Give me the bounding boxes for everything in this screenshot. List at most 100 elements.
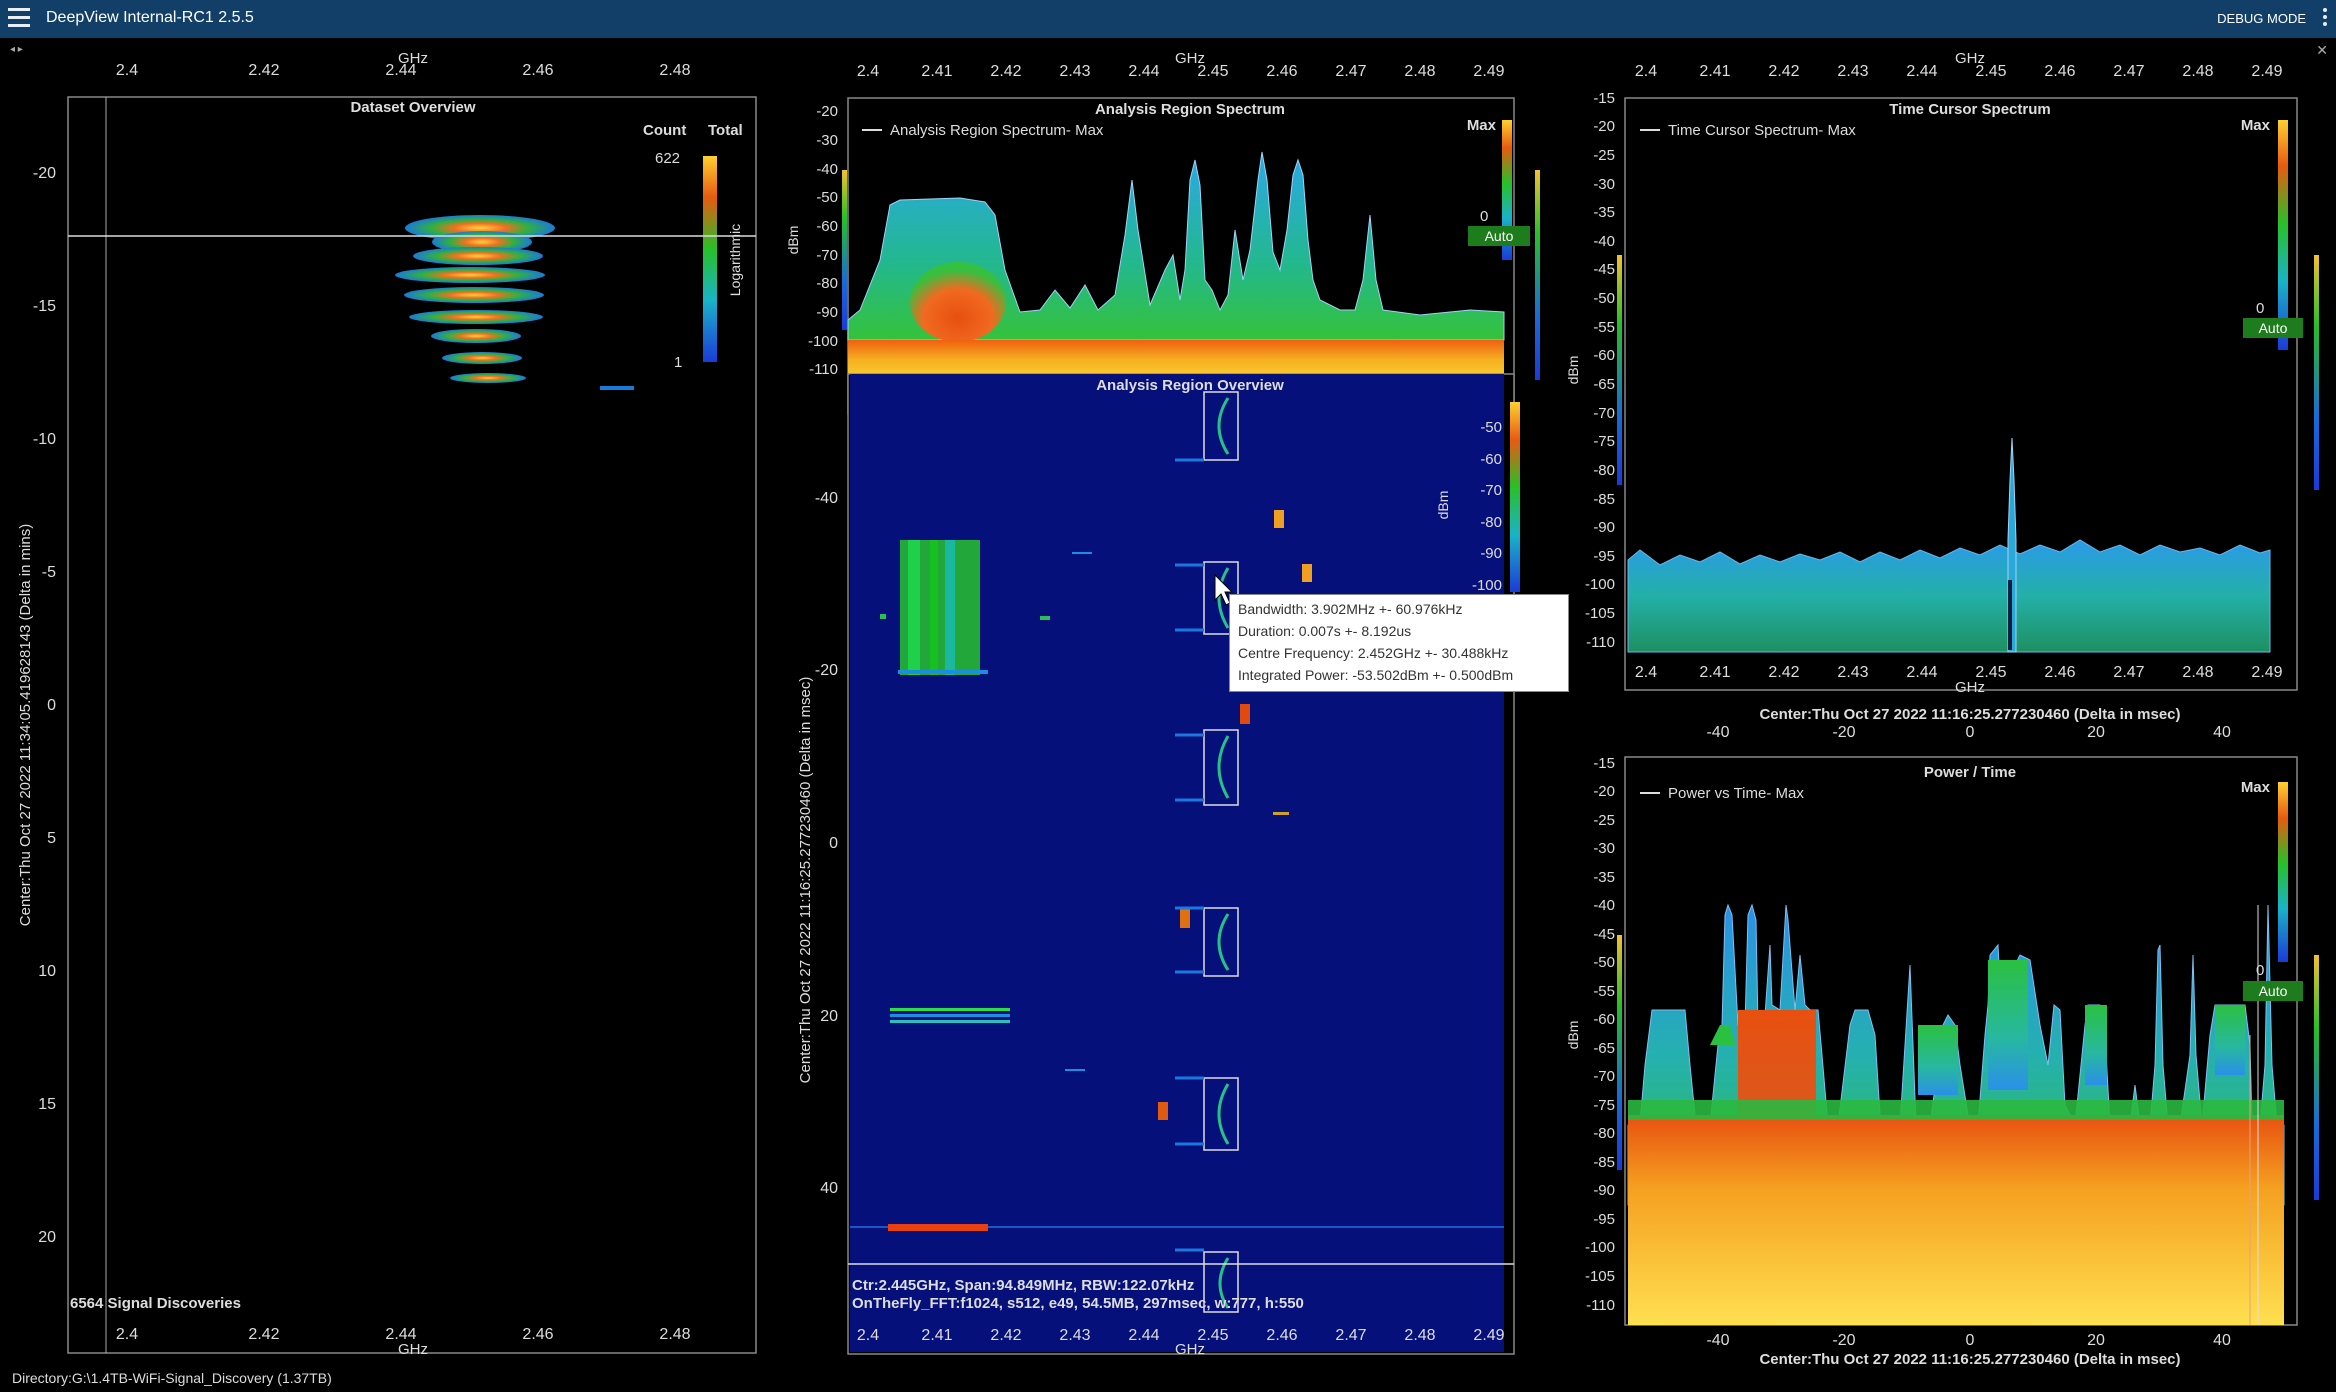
pt-auto-button[interactable]: Auto: [2243, 981, 2303, 1001]
pt-ytick: -55: [1593, 983, 1615, 1000]
tcs-yunit: dBm: [1565, 356, 1581, 385]
pt-xtick: 40: [2213, 724, 2231, 741]
ars-ytick: -80: [816, 275, 838, 292]
dataset-ytick: -15: [33, 298, 56, 315]
pt-legend: Power vs Time- Max: [1668, 785, 1804, 802]
aro-xtick: 2.42: [990, 63, 1021, 80]
tcs-xtick: 2.43: [1837, 63, 1868, 80]
scale-min: 1: [674, 354, 682, 371]
pt-ytick: -95: [1593, 1211, 1615, 1228]
more-options-icon[interactable]: [2322, 6, 2328, 32]
aro-xtick: 2.48: [1404, 1327, 1435, 1344]
dataset-xticks-top: 2.4 2.42 2.44 2.46 2.48: [116, 62, 691, 79]
pt-ytick: -85: [1593, 1154, 1615, 1171]
dataset-yticks: -20 -15 -10 -5 0 5 10 15 20: [33, 165, 56, 1246]
tcs-ytick: -15: [1593, 90, 1615, 107]
aro-xtick: 2.46: [1266, 63, 1297, 80]
count-label: Count: [643, 122, 686, 139]
aro-ctick: -70: [1480, 482, 1502, 499]
aro-xtick: 2.44: [1128, 1327, 1159, 1344]
dataset-xtick: 2.46: [522, 62, 553, 79]
aro-xtick: 2.45: [1197, 63, 1228, 80]
dataset-xtick: 2.4: [116, 1326, 138, 1343]
aro-xtick: 2.41: [921, 63, 952, 80]
dataset-title: Dataset Overview: [350, 99, 475, 116]
dataset-overview-panel[interactable]: GHz 2.4 2.42 2.44 2.46 2.48 Dataset Over…: [0, 40, 780, 1370]
aro-ytick: 0: [829, 835, 838, 852]
aro-xtick: 2.44: [1128, 63, 1159, 80]
aro-ctick: -60: [1480, 451, 1502, 468]
tcs-xtick: 2.42: [1768, 63, 1799, 80]
aro-ytick: 40: [820, 1180, 838, 1197]
dataset-xtick: 2.42: [248, 62, 279, 79]
tcs-xtick: 2.46: [2044, 63, 2075, 80]
ars-yunit: dBm: [785, 226, 801, 255]
hamburger-menu-icon[interactable]: [8, 8, 30, 28]
aro-waterfall[interactable]: [850, 374, 1504, 1352]
tcs-xtick: 2.42: [1768, 664, 1799, 681]
pt-xtick: 40: [2213, 1332, 2231, 1349]
ars-auto-button[interactable]: Auto: [1468, 226, 1530, 246]
tcs-ytick: -25: [1593, 147, 1615, 164]
aro-xtick: 2.49: [1473, 63, 1504, 80]
ars-ytick: -100: [808, 333, 838, 350]
pt-xtick: -20: [1832, 724, 1855, 741]
pt-ytick: -25: [1593, 812, 1615, 829]
pt-ytick: -15: [1593, 755, 1615, 772]
pt-xtick: 20: [2087, 724, 2105, 741]
pt-xtick: -40: [1706, 724, 1729, 741]
dataset-ytick: -5: [42, 564, 56, 581]
tcs-xunit-bottom: GHz: [1955, 679, 1985, 696]
scale-type-label: Logarithmic: [727, 224, 743, 296]
aro-ctick: -90: [1480, 545, 1502, 562]
tcs-xtick: 2.48: [2182, 63, 2213, 80]
dataset-colorbar: [703, 156, 717, 362]
pt-zero-label: 0: [2256, 962, 2264, 979]
dataset-ytick: -10: [33, 431, 56, 448]
dataset-plot-area[interactable]: [67, 96, 757, 1354]
tcs-ytick: -50: [1593, 290, 1615, 307]
pt-ytick: -65: [1593, 1040, 1615, 1057]
pt-yunit: dBm: [1565, 1021, 1581, 1050]
aro-info-line2: OnTheFly_FFT:f1024, s512, e49, 54.5MB, 2…: [852, 1295, 1304, 1312]
dataset-ytick: 10: [38, 963, 56, 980]
pt-colorbar: [2278, 782, 2288, 962]
aro-colorbar: [1510, 402, 1520, 592]
tcs-xtick: 2.4: [1635, 664, 1657, 681]
tcs-xtick: 2.47: [2113, 664, 2144, 681]
aro-xunit-bottom: GHz: [1175, 1341, 1205, 1358]
aro-xtick: 2.48: [1404, 63, 1435, 80]
tcs-xtick: 2.46: [2044, 664, 2075, 681]
tcs-xtick: 2.45: [1975, 63, 2006, 80]
dataset-xtick: 2.46: [522, 1326, 553, 1343]
pt-xticks-bottom: -40 -20 0 20 40: [1706, 1332, 2231, 1349]
power-time-panel[interactable]: Center:Thu Oct 27 2022 11:16:25.27723046…: [1560, 705, 2336, 1370]
pt-max-label: Max: [2241, 779, 2271, 796]
aro-xtick: 2.47: [1335, 63, 1366, 80]
pt-ytick: -30: [1593, 840, 1615, 857]
tcs-xtick: 2.48: [2182, 664, 2213, 681]
pt-ytick: -35: [1593, 869, 1615, 886]
pt-title: Power / Time: [1924, 764, 2016, 781]
pt-xticks-top: -40 -20 0 20 40: [1706, 724, 2231, 741]
ars-legend: Analysis Region Spectrum- Max: [890, 122, 1104, 139]
pt-ytick: -100: [1585, 1239, 1615, 1256]
pt-center-label-bottom: Center:Thu Oct 27 2022 11:16:25.27723046…: [1759, 1351, 2180, 1368]
time-cursor-spectrum-panel[interactable]: GHz 2.4 2.41 2.42 2.43 2.44 2.45 2.46 2.…: [1560, 40, 2336, 700]
tcs-ytick: -90: [1593, 519, 1615, 536]
tcs-ytick: -100: [1585, 576, 1615, 593]
pt-ytick: -20: [1593, 783, 1615, 800]
tcs-auto-button[interactable]: Auto: [2243, 318, 2303, 338]
total-label: Total: [708, 122, 743, 139]
tcs-ytick: -40: [1593, 233, 1615, 250]
aro-ylabel: Center:Thu Oct 27 2022 11:16:25.27723046…: [797, 677, 814, 1084]
analysis-region-panel[interactable]: GHz 2.4 2.41 2.42 2.43 2.44 2.45 2.46 2.…: [780, 40, 1560, 1370]
aro-ctick: -80: [1480, 514, 1502, 531]
pt-xtick: -40: [1706, 1332, 1729, 1349]
dataset-ylabel: Center:Thu Oct 27 2022 11:34:05.41962814…: [17, 524, 34, 926]
dataset-ytick: -20: [33, 165, 56, 182]
signal-tooltip: Bandwidth: 3.902MHz +- 60.976kHz Duratio…: [1229, 594, 1569, 692]
title-bar: DeepView Internal-RC1 2.5.5 DEBUG MODE: [0, 0, 2336, 38]
pt-ytick: -90: [1593, 1182, 1615, 1199]
tcs-legend: Time Cursor Spectrum- Max: [1668, 122, 1856, 139]
